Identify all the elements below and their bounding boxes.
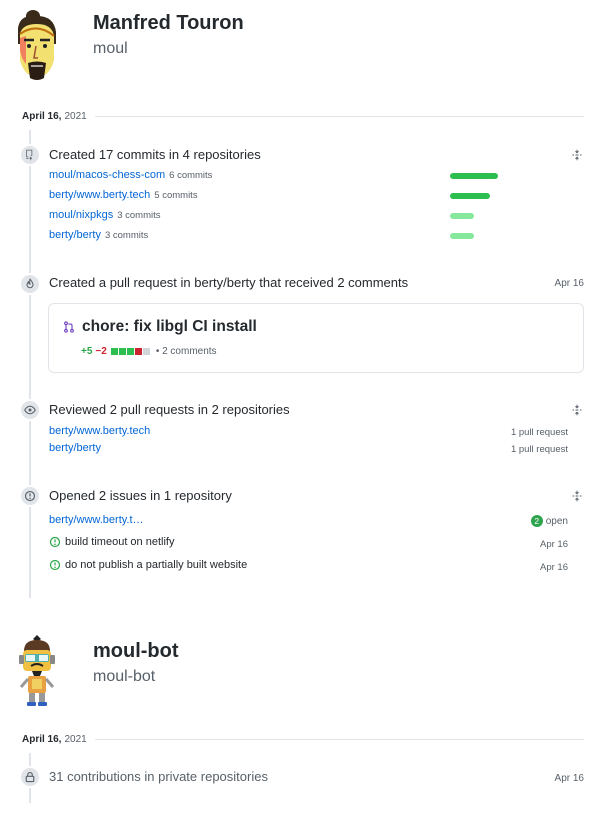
issue-opened-icon bbox=[49, 559, 61, 571]
open-issues-badge[interactable]: 2 open bbox=[530, 515, 568, 527]
pr-meta: +5 −2 • 2 comments bbox=[81, 346, 217, 357]
repo-link[interactable]: berty/berty bbox=[49, 442, 101, 454]
fold-icon[interactable] bbox=[571, 149, 583, 161]
commit-bar bbox=[450, 213, 474, 219]
issues-repo-row: berty/www.berty.t… 2 open bbox=[49, 514, 584, 530]
pr-event-title: Created a pull request in berty/berty th… bbox=[49, 275, 409, 290]
flame-icon bbox=[19, 273, 41, 295]
profile-header: moul-bot moul-bot bbox=[10, 633, 179, 709]
pr-additions: +5 bbox=[81, 346, 93, 357]
profile-login: moul-bot bbox=[93, 668, 156, 685]
date-divider bbox=[94, 739, 584, 740]
commit-repo-row: moul/nixpkgs 3 commits bbox=[49, 209, 584, 225]
commits-event-title: Created 17 commits in 4 repositories bbox=[49, 147, 261, 162]
diffstat bbox=[110, 348, 151, 355]
private-event-title: 31 contributions in private repositories bbox=[49, 769, 268, 784]
pr-card: chore: fix libgl CI install +5 −2 • 2 co… bbox=[48, 303, 584, 373]
commit-bar bbox=[450, 193, 490, 199]
profile-name[interactable]: Manfred Touron bbox=[93, 12, 244, 35]
date-month: April 16, bbox=[22, 111, 62, 122]
issue-row: do not publish a partially built website… bbox=[49, 559, 584, 573]
date-header: April 16, 2021 bbox=[22, 111, 584, 122]
commit-bar bbox=[450, 173, 498, 179]
avatar[interactable] bbox=[10, 633, 64, 709]
pr-count[interactable]: 1 pull request bbox=[511, 427, 568, 438]
pr-title[interactable]: chore: fix libgl CI install bbox=[82, 318, 257, 336]
issue-date[interactable]: Apr 16 bbox=[540, 562, 568, 573]
commit-count[interactable]: 3 commits bbox=[117, 210, 160, 221]
date-year: 2021 bbox=[64, 111, 87, 122]
profile-header: Manfred Touron moul bbox=[10, 8, 244, 84]
event-date[interactable]: Apr 16 bbox=[555, 278, 584, 289]
review-event-title: Reviewed 2 pull requests in 2 repositori… bbox=[49, 402, 290, 417]
repo-link[interactable]: berty/www.berty.tech bbox=[49, 189, 150, 201]
profile-login: moul bbox=[93, 40, 128, 57]
pull-request-icon bbox=[64, 321, 74, 333]
date-year: 2021 bbox=[64, 734, 87, 745]
open-label: open bbox=[545, 515, 568, 527]
avatar[interactable] bbox=[10, 8, 64, 84]
review-repo-row: berty/www.berty.tech 1 pull request bbox=[49, 425, 584, 441]
lock-icon bbox=[19, 766, 41, 788]
issue-opened-icon bbox=[49, 536, 61, 548]
issue-icon bbox=[19, 485, 41, 507]
commit-repo-row: berty/berty 3 commits bbox=[49, 229, 584, 245]
issue-title[interactable]: do not publish a partially built website bbox=[65, 559, 247, 571]
date-divider bbox=[94, 116, 584, 117]
repo-link[interactable]: moul/macos-chess-com bbox=[49, 169, 165, 181]
repo-link[interactable]: berty/www.berty.t… bbox=[49, 514, 144, 526]
commit-count[interactable]: 3 commits bbox=[105, 230, 148, 241]
issue-date[interactable]: Apr 16 bbox=[540, 539, 568, 550]
commit-repo-row: moul/macos-chess-com 6 commits bbox=[49, 169, 584, 185]
review-repo-row: berty/berty 1 pull request bbox=[49, 442, 584, 458]
event-date: Apr 16 bbox=[554, 773, 584, 784]
issues-event-title: Opened 2 issues in 1 repository bbox=[49, 488, 232, 503]
commit-repo-row: berty/www.berty.tech 5 commits bbox=[49, 189, 584, 205]
issue-row: build timeout on netlify Apr 16 bbox=[49, 536, 584, 550]
date-header: April 16, 2021 bbox=[22, 734, 584, 745]
commit-count[interactable]: 6 commits bbox=[169, 170, 212, 181]
commit-count[interactable]: 5 commits bbox=[154, 190, 197, 201]
pr-count[interactable]: 1 pull request bbox=[511, 444, 568, 455]
profile-name[interactable]: moul-bot bbox=[93, 640, 179, 663]
repo-link[interactable]: berty/www.berty.tech bbox=[49, 425, 150, 437]
timeline-line bbox=[29, 130, 31, 598]
repo-link[interactable]: moul/nixpkgs bbox=[49, 209, 113, 221]
commit-bar bbox=[450, 233, 474, 239]
repo-link[interactable]: berty/berty bbox=[49, 229, 101, 241]
fold-icon[interactable] bbox=[571, 490, 583, 502]
date-month: April 16, bbox=[22, 734, 62, 745]
repo-push-icon bbox=[19, 144, 41, 166]
open-count: 2 bbox=[530, 515, 543, 527]
fold-icon[interactable] bbox=[571, 404, 583, 416]
issue-title[interactable]: build timeout on netlify bbox=[65, 536, 174, 548]
pr-deletions: −2 bbox=[95, 346, 107, 357]
eye-icon bbox=[19, 399, 41, 421]
pr-comments: • 2 comments bbox=[155, 346, 217, 357]
